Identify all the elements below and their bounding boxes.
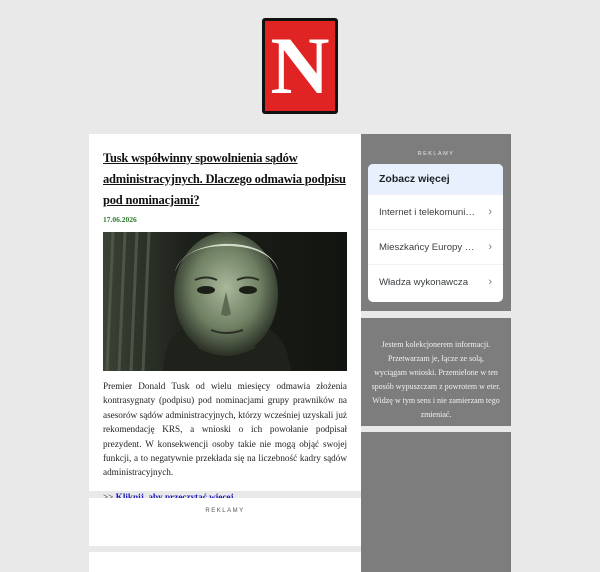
- logo-letter: N: [270, 20, 330, 111]
- topic-item[interactable]: Władza wykonawcza ›: [368, 264, 503, 299]
- topic-label: Internet i telekomunikacja: [379, 206, 479, 218]
- sidebar-ads-label: REKLAMY: [417, 151, 455, 157]
- about-note: Jestem kolekcjonerem informacji. Przetwa…: [361, 318, 511, 426]
- chevron-right-icon: ›: [488, 276, 492, 288]
- ads-label: REKLAMY: [205, 508, 245, 514]
- article-card: Tusk współwinny spowolnienia sądów admin…: [89, 134, 361, 502]
- site-logo[interactable]: N: [262, 18, 338, 114]
- article-title[interactable]: Tusk współwinny spowolnienia sądów admin…: [103, 148, 347, 211]
- widget-heading: Zobacz więcej: [368, 164, 503, 194]
- next-card: [89, 552, 361, 572]
- sidebar-ads: REKLAMY Zobacz więcej Internet i telekom…: [361, 134, 511, 311]
- article-image[interactable]: [103, 232, 347, 371]
- sidebar-empty-block: [361, 432, 511, 572]
- related-topics-widget: Zobacz więcej Internet i telekomunikacja…: [368, 164, 503, 302]
- logo-badge: N: [265, 21, 335, 111]
- article-body: Premier Donald Tusk od wielu miesięcy od…: [103, 381, 347, 478]
- article-date: 17.06.2026: [103, 215, 137, 224]
- topic-item[interactable]: Internet i telekomunikacja ›: [368, 194, 503, 229]
- ads-section: REKLAMY: [89, 498, 361, 546]
- topic-label: Mieszkańcy Europy Wschodniej: [379, 241, 479, 253]
- chevron-right-icon: ›: [488, 206, 492, 218]
- topic-label: Władza wykonawcza: [379, 276, 469, 288]
- chevron-right-icon: ›: [488, 241, 492, 253]
- topic-item[interactable]: Mieszkańcy Europy Wschodniej ›: [368, 229, 503, 264]
